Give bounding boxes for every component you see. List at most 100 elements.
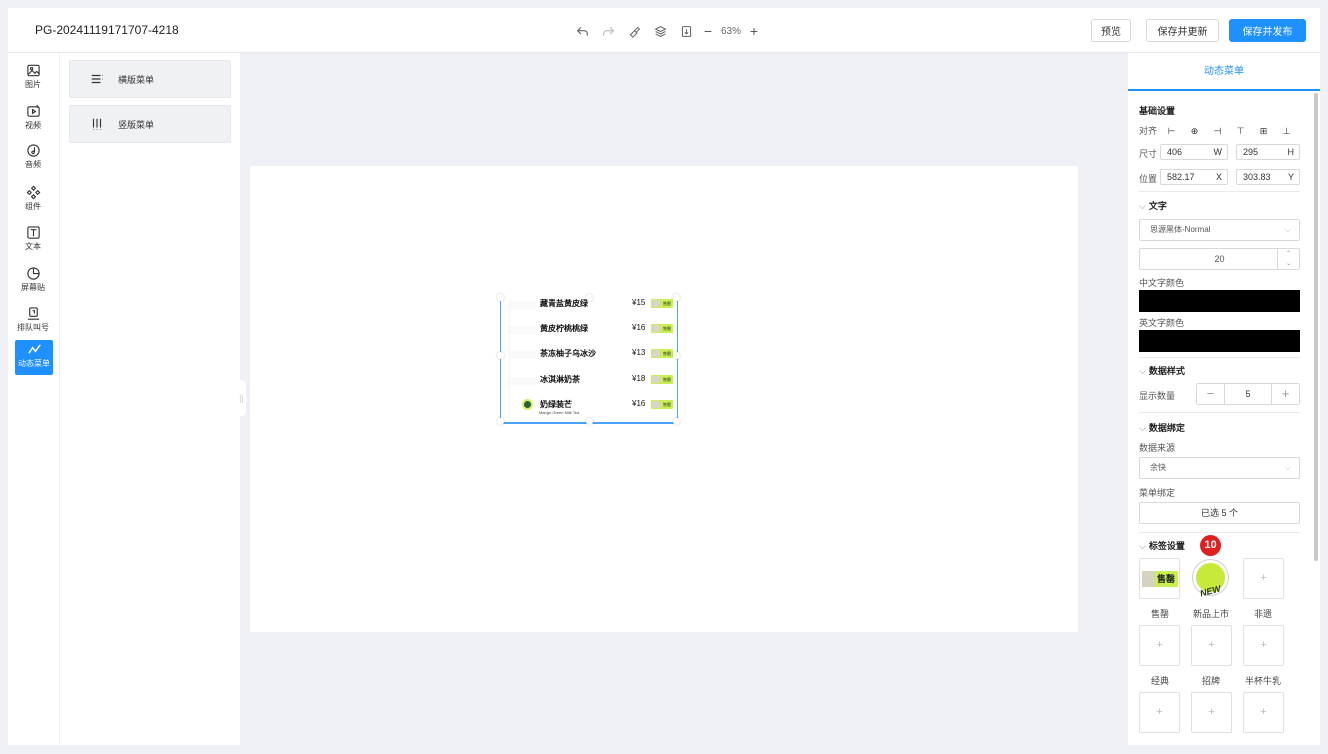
preview-button[interactable]: 预览 xyxy=(1091,19,1131,42)
tag-add-slot[interactable]: + xyxy=(1139,692,1180,733)
basic-settings-title: 基础设置 xyxy=(1139,106,1176,116)
menu-item-price: ¥13 xyxy=(632,348,646,357)
resize-handle[interactable] xyxy=(673,294,680,301)
rail-item-queue[interactable]: 排队叫号 xyxy=(14,304,52,342)
rail-item-label: 屏幕贴 xyxy=(21,283,45,292)
data-bind-section-title[interactable]: ⌵ 数据绑定 xyxy=(1139,421,1185,434)
panel-scrollbar[interactable] xyxy=(1314,93,1318,561)
align-bottom-icon[interactable]: ⊥ xyxy=(1275,126,1298,137)
plus-icon: + xyxy=(1260,706,1267,718)
rail-item-image[interactable]: 图片 xyxy=(14,61,52,99)
tag-add-slot[interactable]: + xyxy=(1191,692,1232,733)
tag-new-product[interactable]: NEW xyxy=(1191,558,1232,599)
tab-dynamic-menu[interactable]: 动态菜单 xyxy=(1128,53,1320,91)
soldout-tag: 售罄 xyxy=(651,299,673,308)
rail-item-text[interactable]: 文本 xyxy=(14,223,52,261)
menu-row: 奶绿装芒 Mango Green Milk Tea ¥16 售罄 xyxy=(501,398,677,418)
plus-icon: + xyxy=(1260,639,1267,651)
collapse-panel-handle[interactable]: || xyxy=(237,380,246,416)
menu-item-price: ¥16 xyxy=(632,323,646,332)
component-vertical-menu[interactable]: 竖版菜单 xyxy=(69,105,231,143)
tag-settings-section-title[interactable]: ⌵ 标签设置 xyxy=(1139,539,1185,552)
x-field[interactable]: 582.17 X xyxy=(1160,169,1228,185)
increment-button[interactable]: + xyxy=(1271,384,1299,404)
tag-soldout[interactable]: 售罄 xyxy=(1139,558,1180,599)
size-label: 尺寸 xyxy=(1139,149,1158,159)
resize-handle[interactable] xyxy=(586,294,593,301)
align-center-h-icon[interactable]: ⊕ xyxy=(1183,126,1206,137)
zoom-in-button[interactable]: + xyxy=(747,23,761,39)
video-icon xyxy=(26,104,40,117)
tag-classic-add[interactable]: + xyxy=(1139,625,1180,666)
resize-handle[interactable] xyxy=(586,418,593,425)
align-center-v-icon[interactable]: ⊞ xyxy=(1252,126,1275,137)
tag-signature-add[interactable]: + xyxy=(1191,625,1232,666)
layers-icon[interactable] xyxy=(649,22,671,40)
font-select[interactable]: 思源黑体-Normal ⌵ xyxy=(1139,219,1300,241)
resize-handle[interactable] xyxy=(673,352,680,359)
soldout-tag-image: 售罄 xyxy=(1142,571,1178,587)
tag-heritage-add[interactable]: + xyxy=(1243,558,1284,599)
menu-bind-label: 菜单绑定 xyxy=(1139,488,1176,498)
resize-handle[interactable] xyxy=(497,352,504,359)
save-update-button[interactable]: 保存并更新 xyxy=(1146,19,1219,42)
font-size-field[interactable]: 20 ⌃ ⌄ xyxy=(1139,248,1300,270)
rail-item-audio[interactable]: 音频 xyxy=(14,141,52,179)
undo-icon[interactable] xyxy=(571,22,593,40)
component-label: 横版菜单 xyxy=(118,74,155,85)
redo-icon[interactable] xyxy=(597,22,619,40)
brand-logo-icon xyxy=(522,399,533,410)
tag-add-slot[interactable]: + xyxy=(1243,692,1284,733)
y-field[interactable]: 303.83 Y xyxy=(1236,169,1300,185)
save-publish-button[interactable]: 保存并发布 xyxy=(1229,19,1306,42)
spinner-icon: ⌃ ⌄ xyxy=(1277,249,1299,269)
component-label: 竖版菜单 xyxy=(118,119,155,130)
plus-icon: + xyxy=(1156,639,1163,651)
cn-color-swatch[interactable] xyxy=(1139,290,1300,312)
clear-brush-icon[interactable] xyxy=(623,22,645,40)
align-right-icon[interactable]: ⊣ xyxy=(1206,126,1229,137)
count-stepper[interactable]: − 5 + xyxy=(1196,383,1300,405)
tag-label: 经典 xyxy=(1150,676,1169,686)
rail-item-component[interactable]: 组件 xyxy=(14,183,52,221)
rail-item-dynamic-menu[interactable]: 动态菜单 xyxy=(15,340,53,375)
align-toolbar: ⊢ ⊕ ⊣ ⊤ ⊞ ⊥ xyxy=(1160,126,1298,137)
resize-handle[interactable] xyxy=(497,418,504,425)
data-style-section-title[interactable]: ⌵ 数据样式 xyxy=(1139,364,1185,377)
count-value[interactable]: 5 xyxy=(1225,384,1271,404)
resize-handle[interactable] xyxy=(497,294,504,301)
decrement-button[interactable]: − xyxy=(1197,384,1225,404)
soldout-tag: 售罄 xyxy=(651,349,673,358)
menu-item-subtitle: Mango Green Milk Tea xyxy=(539,410,580,415)
menu-item-name: 奶绿装芒 xyxy=(540,400,572,409)
menu-item-price: ¥16 xyxy=(632,399,646,408)
rail-item-video[interactable]: 视频 xyxy=(14,102,52,140)
menu-item-name: 茶冻柚子乌冰沙 xyxy=(540,349,596,358)
en-color-swatch[interactable] xyxy=(1139,330,1300,352)
align-left-icon[interactable]: ⊢ xyxy=(1160,126,1183,137)
width-field[interactable]: 406 W xyxy=(1160,144,1228,160)
text-section-title[interactable]: ⌵ 文字 xyxy=(1139,199,1167,212)
soldout-tag: 售罄 xyxy=(651,324,673,333)
rail-item-label: 动态菜单 xyxy=(18,359,50,368)
fit-screen-icon[interactable] xyxy=(675,22,697,40)
vertical-menu-icon xyxy=(88,117,106,131)
menu-item-price: ¥15 xyxy=(632,298,646,307)
height-field[interactable]: 295 H xyxy=(1236,144,1300,160)
rail-item-sticker[interactable]: 屏幕贴 xyxy=(14,264,52,302)
component-horizontal-menu[interactable]: 横版菜单 xyxy=(69,60,231,98)
annotation-badge: 10 xyxy=(1200,535,1221,556)
zoom-out-button[interactable]: − xyxy=(701,23,715,39)
tag-half-milk-add[interactable]: + xyxy=(1243,625,1284,666)
dynamic-menu-icon xyxy=(27,344,41,354)
data-source-select[interactable]: 余快 ⌵ xyxy=(1139,457,1300,479)
new-badge-image: NEW xyxy=(1193,560,1228,599)
align-top-icon[interactable]: ⊤ xyxy=(1229,126,1252,137)
count-label: 显示数量 xyxy=(1139,391,1176,401)
resize-handle[interactable] xyxy=(673,418,680,425)
tag-label: 新品上市 xyxy=(1192,609,1229,619)
chevron-down-icon: ⌵ xyxy=(1284,225,1291,234)
zoom-level: 63% xyxy=(721,25,742,37)
dynamic-menu-widget[interactable]: 藏青盐黄皮绿 ¥15 售罄 黄皮柠桃桃绿 ¥16 售罄 茶冻柚子乌冰沙 ¥13 … xyxy=(497,294,680,425)
menu-bind-button[interactable]: 已选 5 个 xyxy=(1139,502,1300,524)
